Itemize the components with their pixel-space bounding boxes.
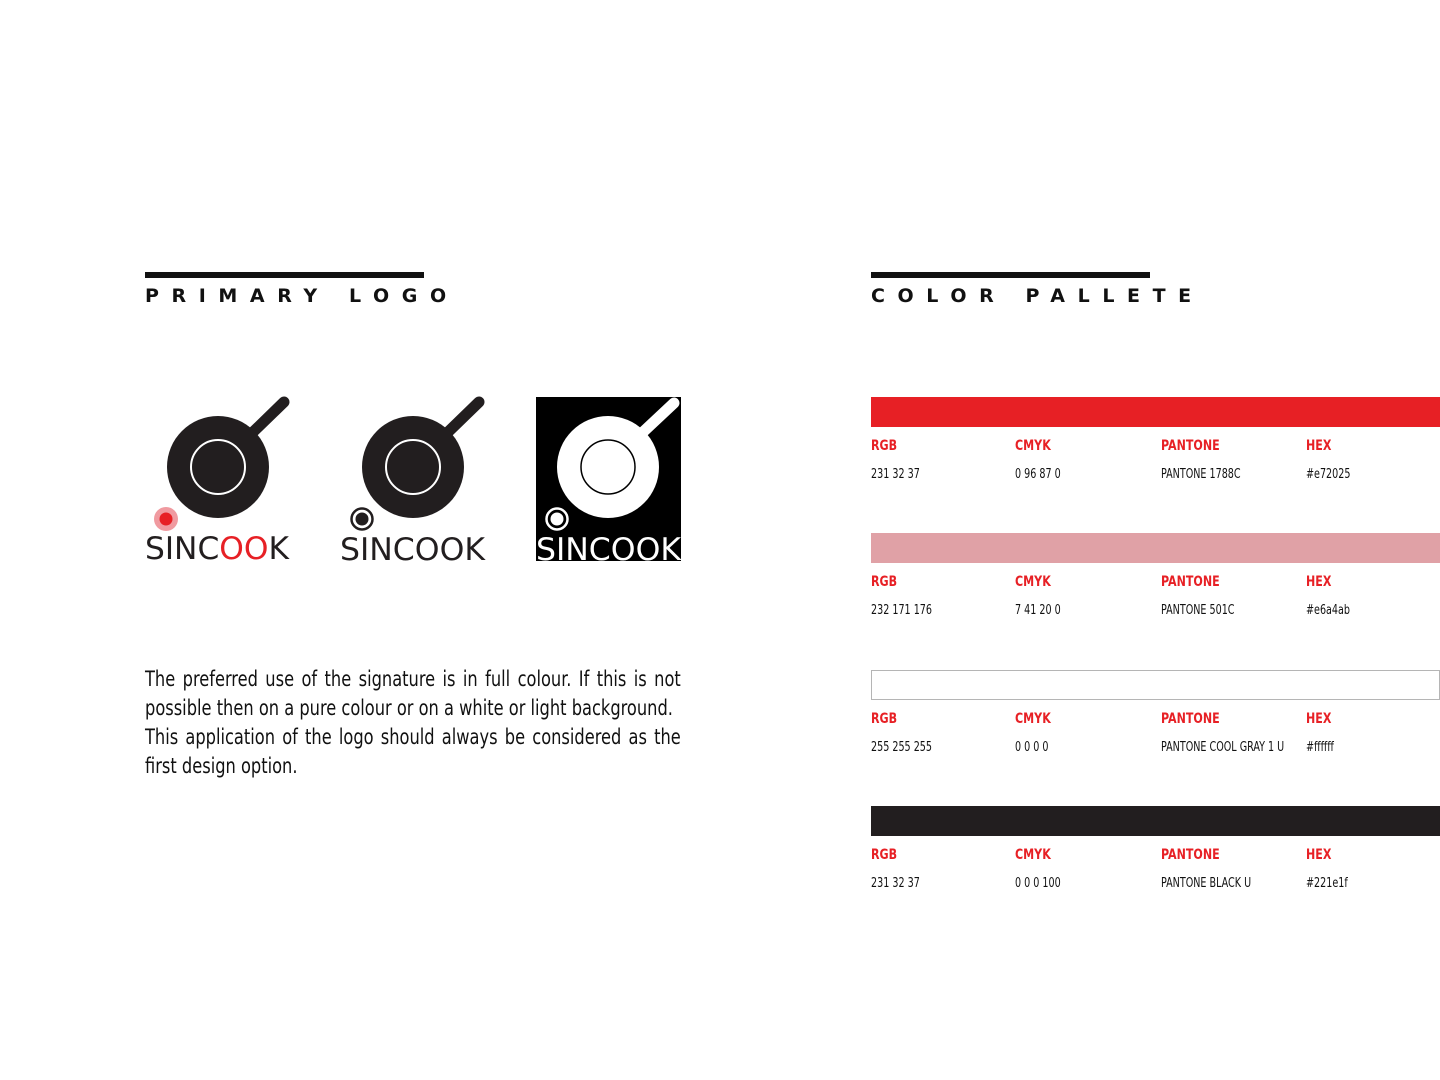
logo-wordmark-inverted: SINCOOK — [536, 532, 682, 565]
color-entry-pink: RGB 232 171 176 CMYK 7 41 20 0 PANTONE PANT… — [871, 533, 1440, 617]
rgb-value: 232 171 176 — [871, 603, 933, 618]
hex-value: #e6a4ab — [1306, 603, 1350, 618]
pantone-value: PANTONE 501C — [1161, 603, 1235, 618]
color-spec-row: RGB 255 255 255 CMYK 0 0 0 0 PANTONE PANTON… — [871, 700, 1440, 754]
rgb-value: 231 32 37 — [871, 876, 920, 891]
heading-rule — [871, 272, 1150, 278]
pantone-value: PANTONE BLACK U — [1161, 876, 1252, 891]
hex-label: HEX — [1306, 847, 1332, 863]
color-palette-title: COLOR PALLETE — [871, 285, 1204, 307]
pantone-label: PANTONE — [1161, 847, 1220, 863]
logo-wordmark-color: SINCOOK — [145, 531, 290, 565]
hex-label: HEX — [1306, 438, 1332, 454]
color-spec-row: RGB 231 32 37 CMYK 0 0 0 100 PANTONE PANTON… — [871, 836, 1440, 890]
rgb-label: RGB — [871, 438, 898, 454]
frying-pan-logo-color: SINCOOK — [145, 396, 290, 567]
cmyk-value: 0 0 0 0 — [1015, 740, 1049, 755]
color-entry-black: RGB 231 32 37 CMYK 0 0 0 100 PANTONE PANTON… — [871, 806, 1440, 890]
hex-value: #e72025 — [1306, 467, 1351, 482]
pantone-label: PANTONE — [1161, 711, 1220, 727]
pantone-label: PANTONE — [1161, 438, 1220, 454]
frying-pan-logo-inverted: SINCOOK — [536, 397, 682, 568]
pantone-label: PANTONE — [1161, 574, 1220, 590]
cmyk-label: CMYK — [1015, 847, 1051, 863]
color-palette-header: COLOR PALLETE — [871, 272, 1204, 307]
primary-logo-header: PRIMARY LOGO — [145, 272, 459, 307]
color-spec-row: RGB 232 171 176 CMYK 7 41 20 0 PANTONE PANT… — [871, 563, 1440, 617]
primary-logo-title: PRIMARY LOGO — [145, 285, 459, 307]
rgb-value: 231 32 37 — [871, 467, 920, 482]
cmyk-value: 0 0 0 100 — [1015, 876, 1061, 891]
color-entry-white: RGB 255 255 255 CMYK 0 0 0 0 PANTONE PANTON… — [871, 670, 1440, 754]
color-entry-red: RGB 231 32 37 CMYK 0 96 87 0 PANTONE PANTON… — [871, 397, 1440, 481]
color-swatch — [871, 533, 1440, 563]
frying-pan-logo-mono: SINCOOK — [340, 396, 486, 568]
hex-value: #ffffff — [1306, 740, 1334, 755]
rgb-label: RGB — [871, 711, 898, 727]
description-paragraph: The preferred use of the signature is in… — [145, 667, 681, 720]
color-swatch — [871, 806, 1440, 836]
hex-label: HEX — [1306, 711, 1332, 727]
cmyk-label: CMYK — [1015, 711, 1051, 727]
logo-usage-description: The preferred use of the signature is in… — [145, 665, 681, 781]
color-swatch — [871, 670, 1440, 700]
description-paragraph: This application of the logo should alwa… — [145, 725, 681, 778]
cmyk-value: 7 41 20 0 — [1015, 603, 1061, 618]
cmyk-label: CMYK — [1015, 574, 1051, 590]
rgb-label: RGB — [871, 574, 898, 590]
hex-value: #221e1f — [1306, 876, 1348, 891]
color-swatch — [871, 397, 1440, 427]
hex-label: HEX — [1306, 574, 1332, 590]
rgb-label: RGB — [871, 847, 898, 863]
logo-inverted: SINCOOK — [530, 393, 685, 569]
logo-wordmark-mono: SINCOOK — [340, 532, 486, 565]
pantone-value: PANTONE COOL GRAY 1 U — [1161, 740, 1285, 755]
cmyk-label: CMYK — [1015, 438, 1051, 454]
logo-mono: SINCOOK — [335, 393, 490, 569]
heading-rule — [145, 272, 424, 278]
color-spec-row: RGB 231 32 37 CMYK 0 96 87 0 PANTONE PANTON… — [871, 427, 1440, 481]
pantone-value: PANTONE 1788C — [1161, 467, 1241, 482]
rgb-value: 255 255 255 — [871, 740, 933, 755]
cmyk-value: 0 96 87 0 — [1015, 467, 1061, 482]
logo-full-colour: SINCOOK — [140, 393, 295, 569]
